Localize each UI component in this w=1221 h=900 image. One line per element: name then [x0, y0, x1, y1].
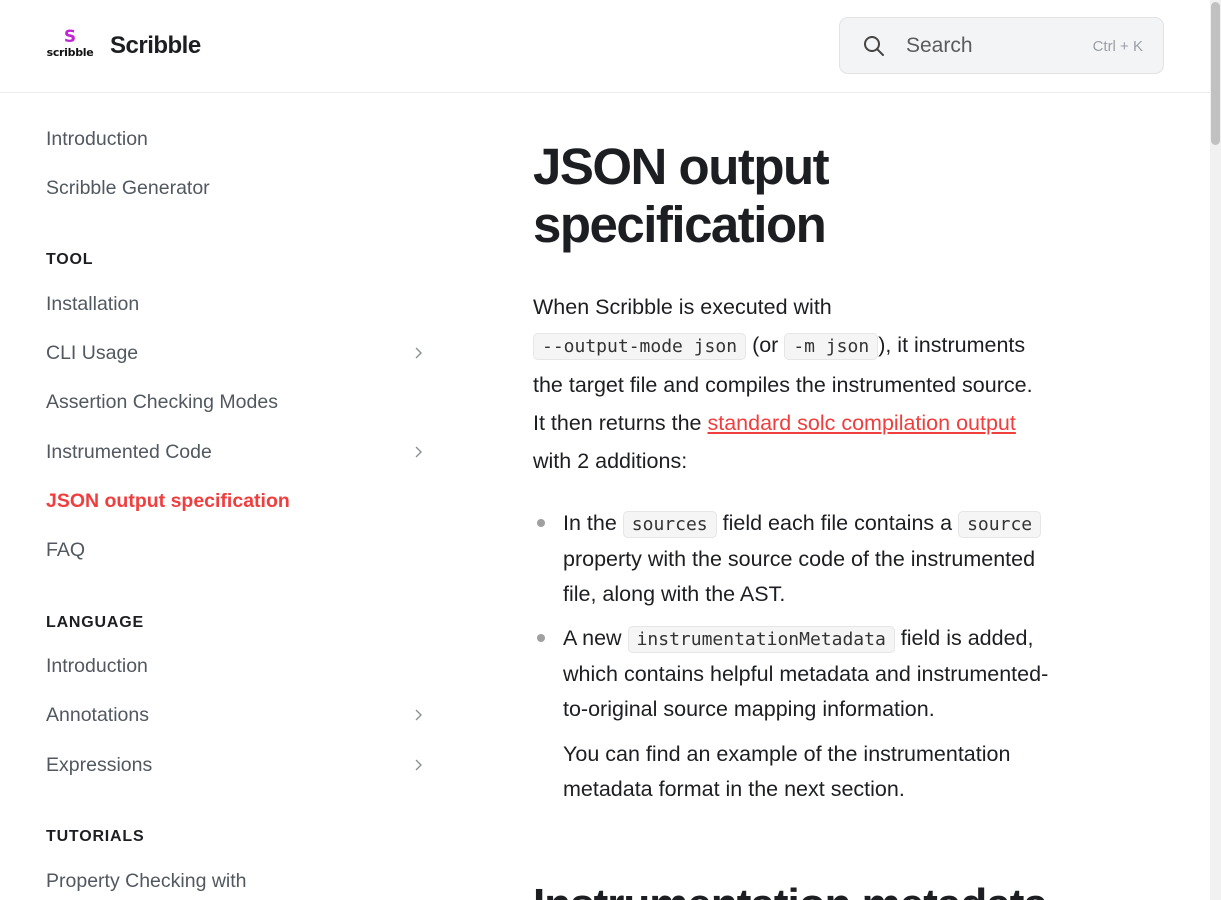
bullet-text-part: You can find an example of the instrumen… — [563, 742, 1011, 766]
bullet-text-part: In the — [563, 511, 617, 535]
section-heading: Instrumentation metadata — [533, 880, 1048, 900]
docs-sidebar: Introduction Scribble Generator TOOL Ins… — [0, 94, 460, 900]
sidebar-category-tool: TOOL — [46, 251, 94, 268]
sidebar-item-label: Scribble Generator — [46, 177, 210, 199]
bullet-text-part: field each file contains a — [722, 511, 953, 535]
intro-text: (or — [752, 333, 779, 357]
sidebar-item-label: Introduction — [46, 128, 148, 150]
intro-paragraph: When Scribble is executed with --output-… — [533, 288, 1103, 480]
sidebar-item-label: FAQ — [46, 539, 86, 561]
sidebar-item-label: Expressions — [46, 754, 153, 776]
intro-text: with 2 additions: — [533, 449, 688, 473]
bullet-text-part: metadata format in the next section. — [563, 777, 905, 801]
sidebar-item-installation[interactable]: Installation — [46, 284, 431, 324]
sidebar-item-introduction[interactable]: Introduction — [46, 119, 431, 159]
sidebar-item-label: Introduction — [46, 655, 148, 677]
search-box[interactable]: Ctrl + K — [839, 17, 1164, 74]
chevron-right-icon[interactable] — [411, 346, 425, 360]
bullet-text-part: A new — [563, 626, 622, 650]
sidebar-item-faq[interactable]: FAQ — [46, 530, 431, 570]
bullet-text-part: to-original source mapping information. — [563, 697, 935, 721]
sidebar-item-label: CLI Usage — [46, 342, 139, 364]
search-shortcut-hint: Ctrl + K — [1092, 38, 1143, 55]
sidebar-item-label: JSON output specification — [46, 490, 290, 512]
inline-code-source: source — [958, 511, 1042, 538]
scrollbar-thumb[interactable] — [1211, 2, 1220, 145]
intro-text: When Scribble is executed with — [533, 295, 832, 319]
sidebar-item-label: Property Checking with — [46, 870, 247, 892]
bullet-text-part: field is added, — [900, 626, 1034, 650]
bullet-text-part: property with the source code of the ins… — [563, 547, 1036, 571]
bullet-text: A new instrumentationMetadata field is a… — [563, 621, 1103, 727]
bullet-text-part: file, along with the AST. — [563, 582, 786, 606]
sidebar-item-label: Assertion Checking Modes — [46, 391, 278, 413]
sidebar-item-label: Installation — [46, 293, 140, 315]
sidebar-item-assertion-checking-modes[interactable]: Assertion Checking Modes — [46, 382, 431, 422]
solc-output-link[interactable]: standard solc compilation output — [708, 411, 1016, 435]
sidebar-item-property-checking[interactable]: Property Checking with — [46, 861, 431, 900]
sidebar-item-label: Instrumented Code — [46, 441, 212, 463]
inline-code-m-json: -m json — [784, 333, 879, 360]
sidebar-item-cli-usage[interactable]: CLI Usage — [46, 333, 431, 373]
sidebar-item-instrumented-code[interactable]: Instrumented Code — [46, 432, 431, 472]
page-title: JSON output specification — [533, 138, 1103, 254]
bullet-dot — [537, 519, 545, 527]
sidebar-item-expressions[interactable]: Expressions — [46, 745, 431, 785]
inline-code-sources: sources — [622, 511, 717, 538]
chevron-right-icon[interactable] — [411, 758, 425, 772]
intro-text: the target file and compiles the instrum… — [533, 373, 1033, 397]
page-title-line-1: JSON output — [533, 138, 830, 195]
bullet-dot — [537, 634, 545, 642]
sidebar-item-label: Annotations — [46, 704, 149, 726]
top-navbar: S scribble Scribble Ctrl + K — [0, 0, 1210, 93]
logo-symbol: S — [63, 27, 77, 47]
doc-content: JSON output specification When Scribble … — [533, 94, 1103, 900]
brand-title[interactable]: Scribble — [110, 30, 201, 62]
chevron-right-icon[interactable] — [411, 708, 425, 722]
chevron-right-icon[interactable] — [411, 445, 425, 459]
page-title-line-2: specification — [533, 196, 827, 253]
inline-code-output-mode: --output-mode json — [533, 333, 747, 360]
search-input[interactable] — [906, 32, 1086, 60]
page-scrollbar[interactable] — [1210, 0, 1221, 900]
sidebar-category-tutorials: TUTORIALS — [46, 828, 145, 845]
bullet-subparagraph: You can find an example of the instrumen… — [563, 737, 1103, 807]
sidebar-category-language: LANGUAGE — [46, 614, 144, 631]
search-icon — [864, 36, 884, 56]
scribble-logo[interactable]: S scribble — [46, 28, 94, 62]
sidebar-item-json-output-specification[interactable]: JSON output specification — [46, 481, 431, 521]
sidebar-item-scribble-generator[interactable]: Scribble Generator — [46, 168, 431, 208]
intro-text: ), it instruments — [878, 333, 1026, 357]
bullet-text: In the sources field each file contains … — [563, 506, 1103, 612]
sidebar-item-language-introduction[interactable]: Introduction — [46, 646, 431, 686]
intro-text: It then returns the — [533, 411, 702, 435]
inline-code-instrumentation-metadata: instrumentationMetadata — [627, 626, 895, 653]
bullet-text-part: which contains helpful metadata and inst… — [563, 662, 1049, 686]
logo-wordmark: scribble — [46, 46, 94, 59]
sidebar-item-annotations[interactable]: Annotations — [46, 695, 431, 735]
